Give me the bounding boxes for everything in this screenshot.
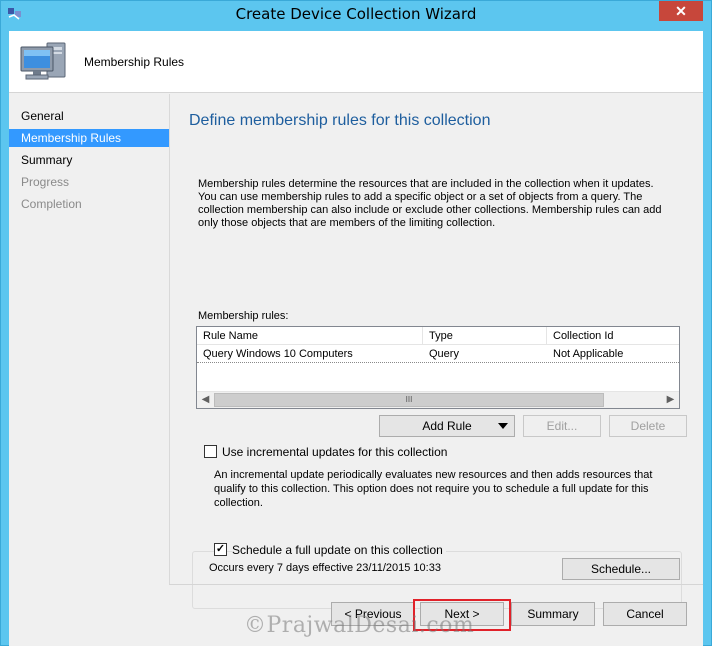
header-title: Membership Rules bbox=[84, 55, 185, 69]
schedule-button[interactable]: Schedule... bbox=[562, 558, 680, 580]
scroll-right-icon[interactable]: ▶ bbox=[662, 392, 679, 408]
membership-description: Membership rules determine the resources… bbox=[198, 178, 662, 229]
incremental-updates-label[interactable]: Use incremental updates for this collect… bbox=[222, 445, 447, 459]
column-rule-name[interactable]: Rule Name bbox=[197, 327, 423, 345]
scroll-left-icon[interactable]: ◀ bbox=[197, 392, 214, 408]
wizard-window: Create Device Collection Wizard ✕ Member… bbox=[0, 0, 712, 646]
scrollbar-thumb[interactable]: III bbox=[214, 393, 604, 407]
cell-type: Query bbox=[429, 348, 459, 360]
summary-button[interactable]: Summary bbox=[511, 602, 595, 626]
full-update-label[interactable]: Schedule a full update on this collectio… bbox=[232, 543, 446, 557]
page-title: Define membership rules for this collect… bbox=[189, 112, 491, 129]
schedule-summary: Occurs every 7 days effective 23/11/2015… bbox=[209, 562, 441, 574]
nav-item-progress: Progress bbox=[21, 175, 70, 189]
title-bar[interactable]: Create Device Collection Wizard ✕ bbox=[1, 1, 711, 29]
window-title: Create Device Collection Wizard bbox=[235, 5, 477, 23]
add-rule-button[interactable]: Add Rule bbox=[379, 415, 515, 437]
cell-collection-id: Not Applicable bbox=[553, 348, 624, 360]
computer-icon bbox=[20, 42, 66, 80]
list-header: Rule Name Type Collection Id bbox=[197, 327, 679, 345]
membership-rules-label: Membership rules: bbox=[198, 310, 289, 322]
membership-rules-list[interactable]: Rule Name Type Collection Id Query Windo… bbox=[196, 326, 680, 409]
nav-item-membership-rules[interactable]: Membership Rules bbox=[9, 129, 169, 147]
add-rule-label: Add Rule bbox=[422, 419, 472, 433]
incremental-description: An incremental update periodically evalu… bbox=[214, 469, 653, 509]
nav-item-completion: Completion bbox=[21, 197, 82, 211]
close-button[interactable]: ✕ bbox=[659, 1, 703, 21]
wizard-header: Membership Rules bbox=[9, 31, 703, 93]
table-row[interactable]: Query Windows 10 Computers Query Not App… bbox=[197, 346, 679, 363]
nav-item-summary[interactable]: Summary bbox=[9, 151, 169, 169]
watermark: ©PrajwalDesai.com bbox=[244, 613, 475, 638]
full-update-checkbox[interactable]: ✓ bbox=[214, 543, 227, 556]
column-type[interactable]: Type bbox=[423, 327, 547, 345]
delete-button[interactable]: Delete bbox=[609, 415, 687, 437]
wizard-navigation: General Membership Rules Summary Progres… bbox=[9, 94, 169, 646]
main-panel: Define membership rules for this collect… bbox=[169, 94, 703, 609]
cancel-button[interactable]: Cancel bbox=[603, 602, 687, 626]
edit-button[interactable]: Edit... bbox=[523, 415, 601, 437]
dropdown-arrow-icon bbox=[498, 423, 508, 429]
nav-item-general[interactable]: General bbox=[9, 107, 169, 125]
horizontal-scrollbar[interactable]: ◀ III ▶ bbox=[197, 391, 679, 408]
incremental-updates-checkbox[interactable] bbox=[204, 445, 217, 458]
wizard-client-area: Membership Rules General Membership Rule… bbox=[9, 31, 703, 646]
footer-divider bbox=[169, 584, 703, 585]
cell-rule-name: Query Windows 10 Computers bbox=[203, 348, 353, 360]
column-collection-id[interactable]: Collection Id bbox=[547, 327, 679, 345]
